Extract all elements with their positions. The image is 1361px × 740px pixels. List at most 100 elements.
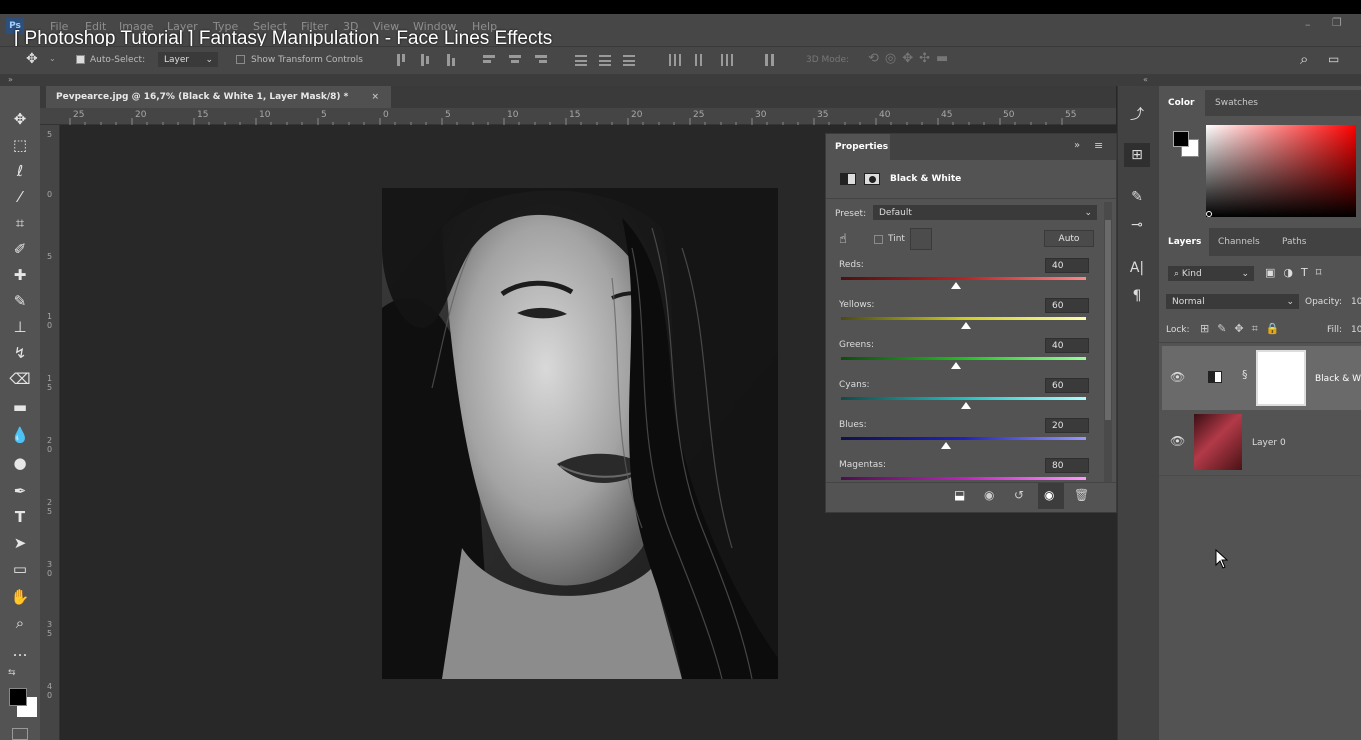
brush-settings-icon[interactable]: ✎ [1124, 185, 1150, 209]
slider-thumb[interactable] [941, 442, 952, 449]
panel-menu-icon[interactable]: ≡ [1094, 139, 1103, 152]
lock-icons[interactable]: ⊞✎✥⌗🔒 [1200, 322, 1288, 336]
blur-tool-icon[interactable]: 💧 [8, 424, 32, 446]
history-panel-icon[interactable]: ⤴ [1124, 103, 1150, 127]
pen-tool-icon[interactable]: ✒ [8, 480, 32, 502]
character-panel-icon[interactable]: A| [1124, 256, 1150, 280]
slider-track[interactable] [841, 317, 1086, 320]
swap-colors-icon[interactable]: ⇆ [8, 668, 16, 678]
slider-thumb[interactable] [960, 322, 971, 329]
zoom-tool-icon[interactable]: ⌕ [8, 612, 32, 634]
workspace-icon[interactable]: ▭ [1328, 52, 1339, 66]
paragraph-panel-icon[interactable]: ¶ [1124, 284, 1150, 308]
layer-thumbnail[interactable] [1194, 414, 1242, 470]
slider-value-input[interactable]: 60 [1045, 298, 1089, 313]
auto-button[interactable]: Auto [1044, 230, 1094, 247]
foreground-color-swatch[interactable] [9, 688, 27, 706]
properties-footer [826, 482, 1116, 512]
hand-tool-icon[interactable]: ✋ [8, 586, 32, 608]
slider-track[interactable] [841, 437, 1086, 440]
show-transform-checkbox[interactable] [236, 55, 245, 64]
properties-tab-label: Properties [835, 142, 889, 152]
slider-thumb[interactable] [960, 402, 971, 409]
expand-toolbar-icon[interactable]: » [8, 75, 13, 84]
close-tab-icon[interactable]: × [371, 86, 379, 108]
brush-tool-icon[interactable]: ✎ [8, 290, 32, 312]
slider-value-input[interactable]: 40 [1045, 258, 1089, 273]
slider-track[interactable] [841, 477, 1086, 480]
dodge-tool-icon[interactable]: ● [8, 452, 32, 474]
opacity-value[interactable]: 10 [1351, 297, 1361, 307]
view-previous-icon[interactable]: ◉ [984, 488, 994, 502]
document-tab[interactable]: Pevpearce.jpg @ 16,7% (Black & White 1, … [46, 86, 391, 108]
magic-wand-tool-icon[interactable]: ⁄ [8, 186, 32, 208]
slider-thumb[interactable] [951, 362, 962, 369]
clone-stamp-tool-icon[interactable]: ⊥ [8, 316, 32, 338]
preset-dropdown[interactable]: Default ⌄ [873, 205, 1097, 220]
slider-track[interactable] [841, 277, 1086, 280]
gradient-tool-icon[interactable]: ▬ [8, 396, 32, 418]
auto-select-dropdown[interactable]: Layer ⌄ [158, 52, 218, 67]
slider-thumb[interactable] [951, 282, 962, 289]
move-tool-icon[interactable]: ✥ [8, 108, 32, 130]
path-selection-tool-icon[interactable]: ➤ [8, 532, 32, 554]
delete-icon[interactable]: 🗑 [1074, 488, 1089, 502]
fill-value[interactable]: 10 [1351, 325, 1361, 335]
rectangle-tool-icon[interactable]: ▭ [8, 558, 32, 580]
layer-row-layer-0[interactable]: 👁 Layer 0 [1162, 410, 1361, 474]
3d-mode-icons[interactable]: ⟲◎✥✣▬ [868, 51, 954, 66]
eraser-tool-icon[interactable]: ⌫ [8, 368, 32, 390]
adjustment-icon[interactable] [840, 173, 856, 185]
visibility-eye-icon[interactable]: 👁 [1170, 370, 1185, 384]
type-tool-icon[interactable]: T [8, 506, 32, 528]
canvas-photo[interactable] [382, 188, 778, 679]
swatches-tab-label[interactable]: Swatches [1215, 98, 1258, 108]
paths-tab-label[interactable]: Paths [1282, 237, 1306, 247]
move-tool-icon[interactable]: ✥ [26, 51, 38, 67]
visibility-eye-icon[interactable]: 👁 [1170, 434, 1185, 448]
slider-value-input[interactable]: 60 [1045, 378, 1089, 393]
tint-color-swatch[interactable] [910, 228, 932, 250]
eyedropper-tool-icon[interactable]: ✐ [8, 238, 32, 260]
more-tools-icon[interactable]: … [8, 640, 32, 662]
tint-checkbox[interactable] [874, 235, 883, 244]
slider-value-input[interactable]: 20 [1045, 418, 1089, 433]
collapse-panel-icon[interactable]: » [1074, 140, 1080, 151]
link-icon[interactable]: § [1242, 368, 1248, 381]
layer-row-black-white[interactable]: 👁 § Black & W [1162, 346, 1361, 410]
color-tab-label: Color [1168, 98, 1195, 108]
mask-icon[interactable] [864, 173, 880, 185]
blend-mode-dropdown[interactable]: Normal ⌄ [1166, 294, 1299, 309]
reset-icon[interactable]: ↺ [1014, 488, 1024, 502]
color-picker-field[interactable] [1206, 125, 1356, 217]
slider-value-input[interactable]: 40 [1045, 338, 1089, 353]
chevron-down-icon[interactable]: ⌄ [49, 54, 56, 63]
channels-tab-label[interactable]: Channels [1218, 237, 1260, 247]
history-brush-tool-icon[interactable]: ↯ [8, 342, 32, 364]
color-picker-cursor[interactable] [1206, 211, 1212, 217]
layer-filter-icons[interactable]: ▣◑T⌑ [1265, 266, 1329, 279]
properties-scrollbar[interactable] [1104, 202, 1112, 484]
adjustments-icon[interactable]: ⊸ [1124, 213, 1150, 237]
clip-to-layer-icon[interactable]: ⬓ [954, 488, 965, 502]
properties-panel-icon[interactable]: ⊞ [1124, 143, 1150, 167]
lasso-tool-icon[interactable]: ℓ [8, 160, 32, 182]
divider [826, 198, 1116, 199]
marquee-tool-icon[interactable]: ⬚ [8, 134, 32, 156]
minimize-icon[interactable]: – [1305, 18, 1311, 31]
crop-tool-icon[interactable]: ⌗ [8, 212, 32, 234]
layer-filter-dropdown[interactable]: ⌕ Kind ⌄ [1168, 266, 1254, 281]
auto-select-checkbox[interactable] [76, 55, 85, 64]
quick-mask-icon[interactable] [12, 728, 28, 740]
align-distribute-icons[interactable] [395, 52, 785, 68]
healing-brush-tool-icon[interactable]: ✚ [8, 264, 32, 286]
search-icon[interactable]: ⌕ [1300, 50, 1308, 68]
slider-value-input[interactable]: 80 [1045, 458, 1089, 473]
foreground-color-swatch[interactable] [1173, 131, 1189, 147]
slider-track[interactable] [841, 397, 1086, 400]
targeted-adjustment-icon[interactable]: ☝ [839, 232, 847, 247]
collapse-panels-icon[interactable]: « [1143, 75, 1148, 84]
restore-icon[interactable]: ❐ [1332, 16, 1342, 29]
slider-track[interactable] [841, 357, 1086, 360]
layer-mask-thumbnail[interactable] [1256, 350, 1306, 406]
